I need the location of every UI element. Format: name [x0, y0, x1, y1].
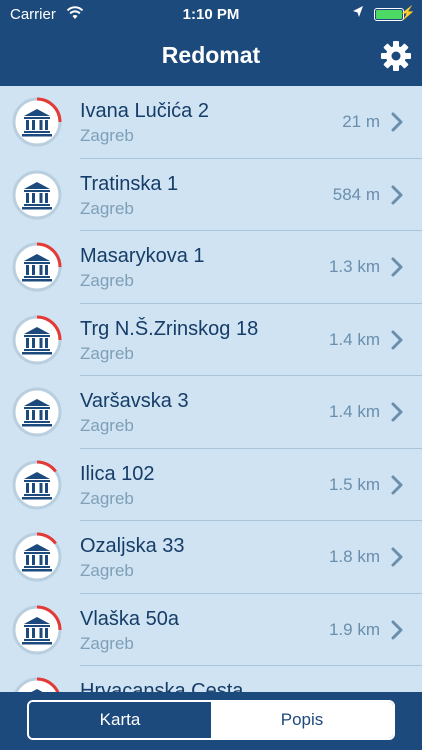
location-name: Vlaška 50a: [80, 607, 179, 630]
location-city: Zagreb: [80, 633, 134, 653]
location-row[interactable]: Ivana Lučića 2 Zagreb 21 m: [0, 86, 422, 159]
institution-icon: [12, 97, 62, 147]
location-list[interactable]: Ivana Lučića 2 Zagreb 21 m Tratinska 1 Zagre…: [0, 86, 422, 692]
location-city: Zagreb: [80, 488, 134, 508]
location-distance: 584 m: [332, 184, 380, 204]
location-distance: 1.4 km: [328, 402, 380, 421]
chevron-right-icon: [391, 112, 403, 132]
location-distance: 1.4 km: [328, 329, 380, 349]
location-name: Ivana Lučića 2: [80, 100, 209, 122]
location-city: Zagreb: [80, 561, 134, 580]
chevron-right-icon: [391, 257, 403, 277]
status-bar: Carrier 1:10 PM ⚡: [0, 0, 422, 30]
location-name: Trg N.Š.Zrinskog 18: [80, 317, 259, 340]
location-distance: 1.3 km: [328, 257, 380, 276]
institution-icon: [12, 242, 62, 292]
institution-icon: [12, 170, 62, 219]
institution-icon: [12, 532, 62, 582]
location-name: Masarykova 1: [80, 245, 205, 267]
location-distance: 21 m: [342, 112, 380, 131]
location-city: Zagreb: [80, 343, 134, 363]
tab-bar: Karta Popis: [0, 692, 422, 750]
location-name: Ozaljska 33: [80, 535, 185, 557]
gear-icon[interactable]: [380, 40, 412, 72]
location-distance: 1.9 km: [328, 619, 380, 639]
page-title: Redomat: [161, 42, 261, 68]
chevron-right-icon: [391, 620, 403, 639]
location-city: Zagreb: [80, 271, 134, 290]
location-row[interactable]: Varšavska 3 Zagreb 1.4 km: [0, 376, 422, 449]
location-row[interactable]: Ilica 102 Zagreb 1.5 km: [0, 449, 422, 521]
institution-icon: [12, 387, 62, 437]
institution-icon: [12, 605, 62, 654]
location-arrow-icon: [353, 6, 363, 17]
location-row[interactable]: Ozaljska 33 Zagreb 1.8 km: [0, 521, 422, 594]
location-name: Varšavska 3: [80, 390, 189, 412]
location-city: Zagreb: [80, 198, 134, 218]
location-distance: 1.8 km: [328, 547, 380, 566]
location-row[interactable]: Trg N.Š.Zrinskog 18 Zagreb 1.4 km: [0, 304, 422, 376]
location-name: Ilica 102: [80, 462, 155, 485]
location-city: Zagreb: [80, 126, 134, 145]
location-row[interactable]: Tratinska 1 Zagreb 584 m: [0, 159, 422, 231]
location-row[interactable]: Vlaška 50a Zagreb 1.9 km: [0, 594, 422, 666]
tab-list[interactable]: Popis: [211, 702, 393, 738]
chevron-right-icon: [391, 547, 403, 567]
chevron-right-icon: [391, 402, 403, 422]
chevron-right-icon: [391, 475, 403, 494]
location-city: Zagreb: [80, 416, 134, 435]
navigation-bar: Redomat: [0, 30, 422, 86]
chevron-right-icon: [391, 330, 403, 349]
view-segmented-control: Karta Popis: [27, 700, 395, 740]
location-row[interactable]: Masarykova 1 Zagreb 1.3 km: [0, 231, 422, 304]
chevron-right-icon: [391, 185, 403, 204]
charging-icon: ⚡: [399, 5, 416, 20]
location-distance: 1.5 km: [328, 474, 380, 494]
institution-icon: [12, 677, 62, 692]
tab-map[interactable]: Karta: [29, 702, 211, 738]
institution-icon: [12, 315, 62, 364]
location-name: Tratinska 1: [80, 172, 179, 195]
location-name: Hrvacanska Cesta: [80, 680, 244, 692]
institution-icon: [12, 460, 62, 509]
location-row[interactable]: Hrvacanska CestaZagreb: [0, 666, 422, 692]
